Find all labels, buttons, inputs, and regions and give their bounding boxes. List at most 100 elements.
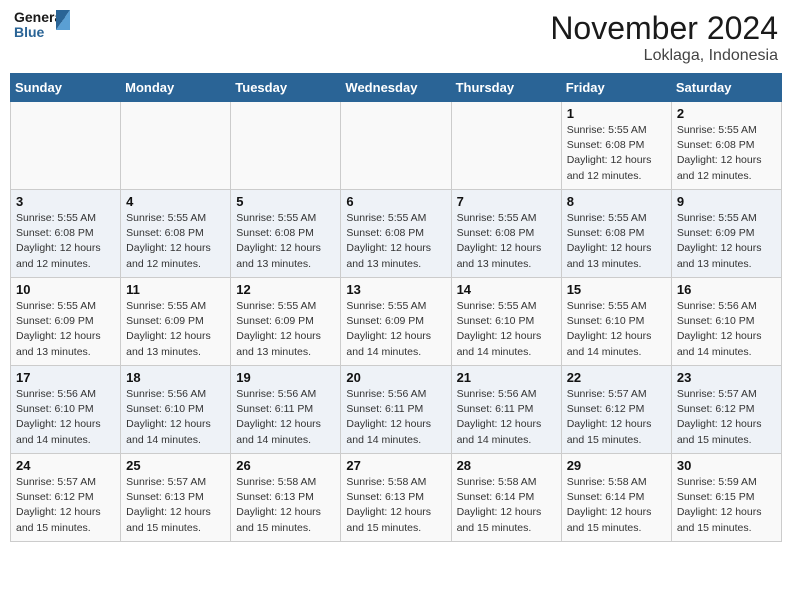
col-header-thursday: Thursday — [451, 74, 561, 102]
day-number: 9 — [677, 194, 776, 209]
day-number: 4 — [126, 194, 225, 209]
day-cell: 23 Sunrise: 5:57 AMSunset: 6:12 PMDayligh… — [671, 366, 781, 454]
day-cell: 28 Sunrise: 5:58 AMSunset: 6:14 PMDayligh… — [451, 454, 561, 542]
day-info: Sunrise: 5:56 AMSunset: 6:10 PMDaylight:… — [126, 387, 225, 448]
day-info: Sunrise: 5:55 AMSunset: 6:09 PMDaylight:… — [236, 299, 335, 360]
day-info: Sunrise: 5:58 AMSunset: 6:13 PMDaylight:… — [236, 475, 335, 536]
calendar-header: SundayMondayTuesdayWednesdayThursdayFrid… — [11, 74, 782, 102]
day-cell: 2 Sunrise: 5:55 AMSunset: 6:08 PMDaylight… — [671, 102, 781, 190]
logo: General Blue — [14, 10, 58, 54]
col-header-wednesday: Wednesday — [341, 74, 451, 102]
day-info: Sunrise: 5:55 AMSunset: 6:08 PMDaylight:… — [16, 211, 115, 272]
day-cell: 14 Sunrise: 5:55 AMSunset: 6:10 PMDayligh… — [451, 278, 561, 366]
day-number: 1 — [567, 106, 666, 121]
day-info: Sunrise: 5:57 AMSunset: 6:12 PMDaylight:… — [677, 387, 776, 448]
day-info: Sunrise: 5:58 AMSunset: 6:13 PMDaylight:… — [346, 475, 445, 536]
day-number: 12 — [236, 282, 335, 297]
day-cell: 22Sunrise: 5:57 AMSunset: 6:12 PMDayligh… — [561, 366, 671, 454]
day-number: 17 — [16, 370, 115, 385]
day-number: 23 — [677, 370, 776, 385]
day-number: 27 — [346, 458, 445, 473]
day-cell: 21 Sunrise: 5:56 AMSunset: 6:11 PMDayligh… — [451, 366, 561, 454]
day-info: Sunrise: 5:56 AMSunset: 6:10 PMDaylight:… — [16, 387, 115, 448]
day-cell: 24Sunrise: 5:57 AMSunset: 6:12 PMDayligh… — [11, 454, 121, 542]
day-info: Sunrise: 5:58 AMSunset: 6:14 PMDaylight:… — [567, 475, 666, 536]
day-number: 2 — [677, 106, 776, 121]
day-info: Sunrise: 5:56 AMSunset: 6:10 PMDaylight:… — [677, 299, 776, 360]
day-cell: 3 Sunrise: 5:55 AMSunset: 6:08 PMDaylight… — [11, 190, 121, 278]
month-title: November 2024 — [550, 10, 778, 47]
day-cell: 4 Sunrise: 5:55 AMSunset: 6:08 PMDaylight… — [121, 190, 231, 278]
day-cell — [341, 102, 451, 190]
calendar-table: SundayMondayTuesdayWednesdayThursdayFrid… — [10, 73, 782, 542]
day-info: Sunrise: 5:55 AMSunset: 6:08 PMDaylight:… — [677, 123, 776, 184]
day-number: 18 — [126, 370, 225, 385]
col-header-friday: Friday — [561, 74, 671, 102]
day-number: 8 — [567, 194, 666, 209]
day-cell: 19 Sunrise: 5:56 AMSunset: 6:11 PMDayligh… — [231, 366, 341, 454]
col-header-saturday: Saturday — [671, 74, 781, 102]
day-cell: 12 Sunrise: 5:55 AMSunset: 6:09 PMDayligh… — [231, 278, 341, 366]
week-row-3: 10 Sunrise: 5:55 AMSunset: 6:09 PMDayligh… — [11, 278, 782, 366]
day-number: 13 — [346, 282, 445, 297]
day-info: Sunrise: 5:55 AMSunset: 6:09 PMDaylight:… — [677, 211, 776, 272]
day-cell: 20 Sunrise: 5:56 AMSunset: 6:11 PMDayligh… — [341, 366, 451, 454]
day-cell: 6 Sunrise: 5:55 AMSunset: 6:08 PMDaylight… — [341, 190, 451, 278]
day-info: Sunrise: 5:55 AMSunset: 6:10 PMDaylight:… — [457, 299, 556, 360]
col-header-tuesday: Tuesday — [231, 74, 341, 102]
day-cell: 17 Sunrise: 5:56 AMSunset: 6:10 PMDayligh… — [11, 366, 121, 454]
day-info: Sunrise: 5:56 AMSunset: 6:11 PMDaylight:… — [236, 387, 335, 448]
col-header-sunday: Sunday — [11, 74, 121, 102]
day-info: Sunrise: 5:56 AMSunset: 6:11 PMDaylight:… — [346, 387, 445, 448]
day-info: Sunrise: 5:55 AMSunset: 6:08 PMDaylight:… — [567, 123, 666, 184]
week-row-4: 17 Sunrise: 5:56 AMSunset: 6:10 PMDayligh… — [11, 366, 782, 454]
day-number: 19 — [236, 370, 335, 385]
day-cell: 26 Sunrise: 5:58 AMSunset: 6:13 PMDayligh… — [231, 454, 341, 542]
week-row-2: 3 Sunrise: 5:55 AMSunset: 6:08 PMDaylight… — [11, 190, 782, 278]
day-info: Sunrise: 5:58 AMSunset: 6:14 PMDaylight:… — [457, 475, 556, 536]
day-number: 10 — [16, 282, 115, 297]
day-info: Sunrise: 5:59 AMSunset: 6:15 PMDaylight:… — [677, 475, 776, 536]
day-number: 28 — [457, 458, 556, 473]
day-cell: 1 Sunrise: 5:55 AMSunset: 6:08 PMDaylight… — [561, 102, 671, 190]
day-cell: 18 Sunrise: 5:56 AMSunset: 6:10 PMDayligh… — [121, 366, 231, 454]
day-cell: 27 Sunrise: 5:58 AMSunset: 6:13 PMDayligh… — [341, 454, 451, 542]
day-number: 26 — [236, 458, 335, 473]
day-cell — [231, 102, 341, 190]
day-cell: 13 Sunrise: 5:55 AMSunset: 6:09 PMDayligh… — [341, 278, 451, 366]
day-number: 16 — [677, 282, 776, 297]
day-info: Sunrise: 5:55 AMSunset: 6:08 PMDaylight:… — [126, 211, 225, 272]
day-cell: 15Sunrise: 5:55 AMSunset: 6:10 PMDayligh… — [561, 278, 671, 366]
day-cell: 30Sunrise: 5:59 AMSunset: 6:15 PMDayligh… — [671, 454, 781, 542]
day-number: 21 — [457, 370, 556, 385]
day-info: Sunrise: 5:57 AMSunset: 6:12 PMDaylight:… — [567, 387, 666, 448]
col-header-monday: Monday — [121, 74, 231, 102]
day-info: Sunrise: 5:55 AMSunset: 6:09 PMDaylight:… — [346, 299, 445, 360]
week-row-1: 1 Sunrise: 5:55 AMSunset: 6:08 PMDaylight… — [11, 102, 782, 190]
day-number: 5 — [236, 194, 335, 209]
day-number: 25 — [126, 458, 225, 473]
day-number: 24 — [16, 458, 115, 473]
day-number: 29 — [567, 458, 666, 473]
week-row-5: 24Sunrise: 5:57 AMSunset: 6:12 PMDayligh… — [11, 454, 782, 542]
day-info: Sunrise: 5:55 AMSunset: 6:09 PMDaylight:… — [16, 299, 115, 360]
day-cell: 29 Sunrise: 5:58 AMSunset: 6:14 PMDayligh… — [561, 454, 671, 542]
day-info: Sunrise: 5:55 AMSunset: 6:09 PMDaylight:… — [126, 299, 225, 360]
day-info: Sunrise: 5:56 AMSunset: 6:11 PMDaylight:… — [457, 387, 556, 448]
day-cell: 25 Sunrise: 5:57 AMSunset: 6:13 PMDayligh… — [121, 454, 231, 542]
day-number: 14 — [457, 282, 556, 297]
day-info: Sunrise: 5:55 AMSunset: 6:08 PMDaylight:… — [236, 211, 335, 272]
day-cell: 10 Sunrise: 5:55 AMSunset: 6:09 PMDayligh… — [11, 278, 121, 366]
day-cell: 7Sunrise: 5:55 AMSunset: 6:08 PMDaylight… — [451, 190, 561, 278]
day-number: 7 — [457, 194, 556, 209]
day-number: 6 — [346, 194, 445, 209]
day-info: Sunrise: 5:57 AMSunset: 6:13 PMDaylight:… — [126, 475, 225, 536]
day-cell — [11, 102, 121, 190]
day-info: Sunrise: 5:55 AMSunset: 6:08 PMDaylight:… — [346, 211, 445, 272]
title-block: November 2024 Loklaga, Indonesia — [550, 10, 778, 65]
page-header: General Blue November 2024 Loklaga, Indo… — [10, 10, 782, 65]
day-cell: 5 Sunrise: 5:55 AMSunset: 6:08 PMDaylight… — [231, 190, 341, 278]
day-number: 20 — [346, 370, 445, 385]
day-number: 3 — [16, 194, 115, 209]
day-cell: 9 Sunrise: 5:55 AMSunset: 6:09 PMDaylight… — [671, 190, 781, 278]
